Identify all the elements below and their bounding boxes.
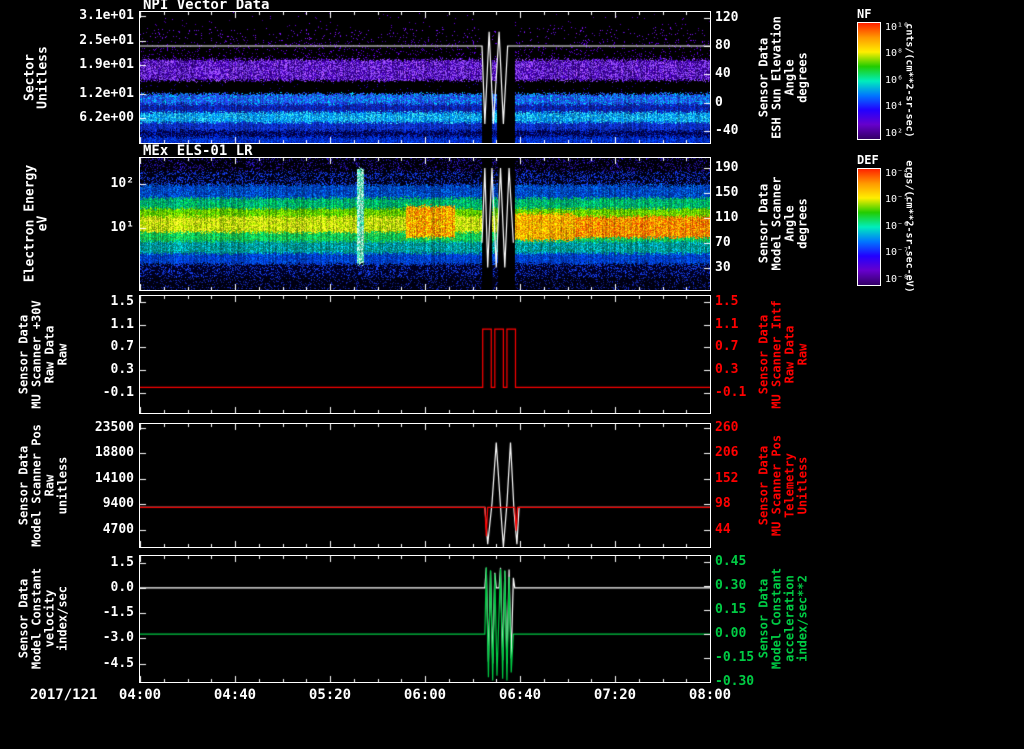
mu-scanner-intf-canvas xyxy=(140,296,710,413)
x-axis-tick-label: 07:20 xyxy=(593,687,637,703)
scanner-pos-canvas xyxy=(140,424,710,547)
left-tick-label: 10² xyxy=(110,176,134,191)
colorbar-tick-label: 10⁴ xyxy=(885,101,904,112)
left-tick-label: 1.9e+01 xyxy=(79,57,134,72)
model-constant-panel xyxy=(139,555,711,683)
right-tick-label: 0.45 xyxy=(715,554,747,569)
colorbar-def xyxy=(857,168,881,286)
els-spectrogram-panel xyxy=(139,157,711,291)
right-tick-label: 150 xyxy=(715,185,739,200)
npi-spectrogram-panel xyxy=(139,11,711,144)
left-tick-label: 3.1e+01 xyxy=(79,8,134,23)
right-tick-label: 0.7 xyxy=(715,339,739,354)
left-tick-label: 6.2e+00 xyxy=(79,110,134,125)
x-axis-tick-label: 08:00 xyxy=(688,687,732,703)
right-tick-label: 80 xyxy=(715,38,731,53)
right-tick-label: 260 xyxy=(715,420,739,435)
right-tick-label: -40 xyxy=(715,123,739,138)
scanner-pos-panel xyxy=(139,423,711,548)
x-axis-tick-label: 06:40 xyxy=(498,687,542,703)
els-spectrogram-canvas xyxy=(140,158,710,290)
colorbar-title: NF xyxy=(857,7,872,21)
x-axis-tick-label: 04:40 xyxy=(213,687,257,703)
x-axis-tick-label: 06:00 xyxy=(403,687,447,703)
right-tick-label: 40 xyxy=(715,66,731,81)
colorbar-tick-label: 10² xyxy=(885,128,904,139)
right-tick-label: 1.5 xyxy=(715,294,739,309)
right-tick-label: -0.1 xyxy=(715,385,747,400)
left-axis-label-line: index/sec xyxy=(55,585,70,652)
left-tick-label: 2.5e+01 xyxy=(79,33,134,48)
right-tick-label: 0.00 xyxy=(715,626,747,641)
model-constant-canvas xyxy=(140,556,710,682)
right-tick-label: 30 xyxy=(715,260,731,275)
left-tick-label: 1.2e+01 xyxy=(79,86,134,101)
right-axis-label-line: index/sec**2 xyxy=(795,575,810,662)
right-tick-label: 152 xyxy=(715,471,739,486)
right-tick-label: 0 xyxy=(715,95,723,110)
x-axis-tick-label: 05:20 xyxy=(308,687,352,703)
colorbar-title: DEF xyxy=(857,153,879,167)
right-tick-label: 120 xyxy=(715,10,739,25)
right-tick-label: 0.3 xyxy=(715,362,739,377)
right-tick-label: -0.15 xyxy=(715,650,755,665)
colorbar-tick-label: 10⁶ xyxy=(885,75,904,86)
right-tick-label: 0.30 xyxy=(715,578,747,593)
mu-scanner-intf-panel xyxy=(139,295,711,414)
right-tick-label: 44 xyxy=(715,522,731,537)
right-tick-label: 1.1 xyxy=(715,317,739,332)
colorbar-nf xyxy=(857,22,881,140)
right-tick-label: 0.15 xyxy=(715,602,747,617)
x-axis-tick-label: 04:00 xyxy=(118,687,162,703)
right-tick-label: 110 xyxy=(715,210,739,225)
right-tick-label: 98 xyxy=(715,496,731,511)
plot-figure: { "figure": {"background": "#000000"}, "… xyxy=(0,0,1024,708)
right-tick-label: 70 xyxy=(715,235,731,250)
right-tick-label: 206 xyxy=(715,445,739,460)
colorbar-unit: ergs/(cm**2-sr-sec-eV) xyxy=(903,160,915,293)
npi-spectrogram-canvas xyxy=(140,12,710,143)
colorbar-tick-label: 10⁸ xyxy=(885,48,904,59)
right-tick-label: 190 xyxy=(715,160,739,175)
